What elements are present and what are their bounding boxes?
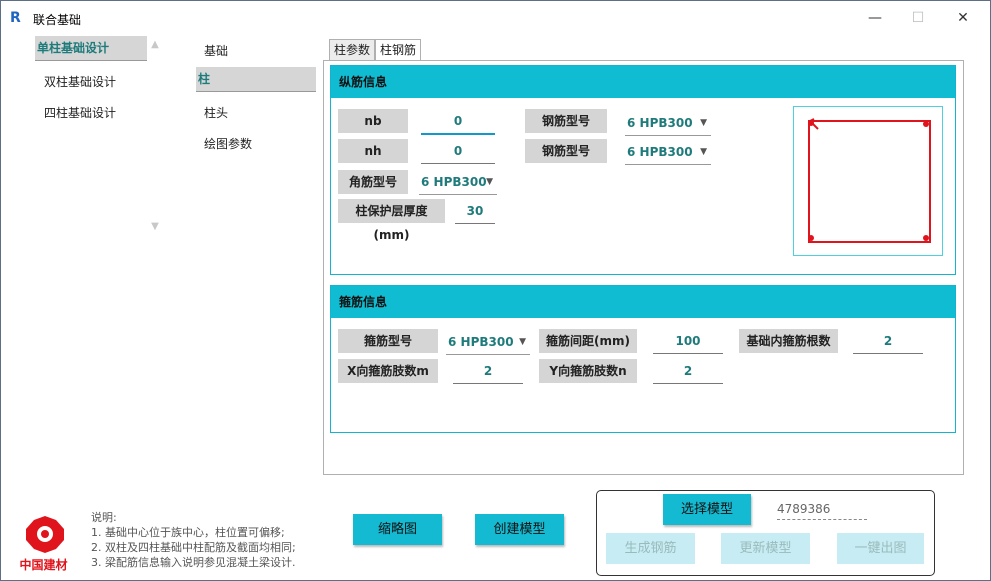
column-section-icon: [808, 118, 931, 243]
x-legs-label: X向箍筋肢数m: [338, 359, 438, 383]
corner-bar-value: 6 HPB300: [421, 175, 487, 189]
create-model-button[interactable]: 创建模型: [475, 514, 564, 545]
nb-label: nb: [338, 109, 408, 133]
scroll-up-icon[interactable]: ▲: [147, 37, 163, 53]
bar-type-select-2[interactable]: 6 HPB300 ▼: [625, 140, 711, 165]
stirrup-type-select[interactable]: 6 HPB300 ▼: [446, 330, 530, 355]
title-bar: R 联合基础 — ☐ ✕: [1, 1, 990, 35]
sub-item-column-head[interactable]: 柱头: [196, 98, 322, 129]
bar-type-label-1: 钢筋型号: [525, 109, 607, 133]
nh-label: nh: [338, 139, 408, 163]
stirrup-count-input[interactable]: 2: [853, 329, 923, 354]
tab-column-params[interactable]: 柱参数: [329, 39, 376, 60]
corner-bar-select[interactable]: 6 HPB300 ▼: [419, 170, 497, 195]
note-line: 3. 梁配筋信息输入说明参见混凝土梁设计.: [91, 556, 296, 569]
dropdown-caret-icon: ▼: [519, 337, 526, 347]
x-legs-input[interactable]: 2: [453, 359, 523, 384]
nav-item-double-column[interactable]: 双柱基础设计: [35, 67, 154, 98]
stirrup-spacing-input[interactable]: 100: [653, 329, 723, 354]
model-id-field[interactable]: 4789386: [777, 499, 867, 520]
sub-item-foundation[interactable]: 基础: [196, 36, 322, 67]
cover-thickness-input[interactable]: 30: [455, 199, 495, 224]
bar-type-value-2: 6 HPB300: [627, 145, 693, 159]
revit-app-icon: R: [10, 10, 21, 26]
stirrup-spacing-label: 箍筋间距(mm): [539, 329, 637, 353]
minimize-button[interactable]: —: [863, 7, 887, 29]
bar-type-select-1[interactable]: 6 HPB300 ▼: [625, 111, 711, 136]
window-title: 联合基础: [33, 13, 82, 27]
cnbm-logo-icon: [26, 516, 64, 553]
sketch-button[interactable]: 缩略图: [353, 514, 442, 545]
dropdown-caret-icon: ▼: [486, 177, 493, 187]
stirrup-count-label: 基础内箍筋根数: [739, 329, 838, 353]
generate-rebar-button[interactable]: 生成钢筋: [606, 533, 695, 564]
notes-heading: 说明:: [91, 511, 117, 524]
longitudinal-header: 纵筋信息: [331, 66, 955, 98]
main-window: R 联合基础 — ☐ ✕ 单柱基础设计 双柱基础设计 四柱基础设计 ▲ ▼ 基础…: [0, 0, 991, 581]
notes: 说明: 1. 基础中心位于族中心，柱位置可偏移; 2. 双柱及四柱基础中柱配筋及…: [91, 510, 296, 570]
nav-item-single-column[interactable]: 单柱基础设计: [35, 36, 147, 61]
maximize-button[interactable]: ☐: [906, 7, 930, 29]
select-model-button[interactable]: 选择模型: [663, 494, 751, 525]
stirrup-header: 箍筋信息: [331, 286, 955, 318]
bar-type-value-1: 6 HPB300: [627, 116, 693, 130]
stirrup-type-value: 6 HPB300: [448, 335, 514, 349]
y-legs-input[interactable]: 2: [653, 359, 723, 384]
y-legs-label: Y向箍筋肢数n: [539, 359, 637, 383]
corner-bar-label: 角筋型号: [338, 170, 408, 194]
export-drawing-button[interactable]: 一键出图: [837, 533, 924, 564]
section-preview: [793, 106, 943, 256]
cnbm-logo: 中国建材: [19, 513, 71, 573]
scroll-down-icon[interactable]: ▼: [147, 219, 163, 235]
note-line: 2. 双柱及四柱基础中柱配筋及截面均相同;: [91, 541, 296, 554]
nb-input[interactable]: 0: [421, 109, 495, 135]
component-list: 基础 柱 柱头 绘图参数: [196, 36, 322, 166]
bar-type-label-2: 钢筋型号: [525, 139, 607, 163]
sub-item-drawing-params[interactable]: 绘图参数: [196, 129, 322, 160]
logo-text: 中国建材: [19, 558, 68, 572]
dropdown-caret-icon: ▼: [700, 147, 707, 157]
nh-input[interactable]: 0: [421, 139, 495, 164]
close-button[interactable]: ✕: [951, 7, 975, 29]
note-line: 1. 基础中心位于族中心，柱位置可偏移;: [91, 526, 285, 539]
design-type-list: 单柱基础设计 双柱基础设计 四柱基础设计: [35, 36, 165, 236]
tab-column-rebar[interactable]: 柱钢筋: [375, 39, 422, 61]
nav-item-four-column[interactable]: 四柱基础设计: [35, 98, 154, 129]
update-model-button[interactable]: 更新模型: [721, 533, 810, 564]
stirrup-type-label: 箍筋型号: [338, 329, 438, 353]
sub-item-column[interactable]: 柱: [196, 67, 316, 92]
dropdown-caret-icon: ▼: [700, 118, 707, 128]
cover-thickness-label: 柱保护层厚度(mm): [338, 199, 445, 242]
